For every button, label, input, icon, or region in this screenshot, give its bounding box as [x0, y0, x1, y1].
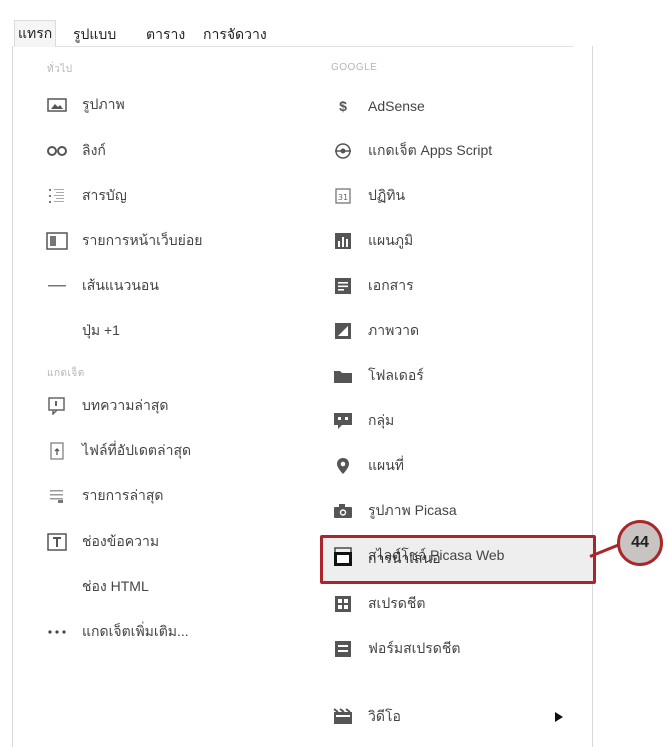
- svg-text:31: 31: [338, 193, 348, 202]
- menu-item-label: ช่องข้อความ: [82, 533, 160, 549]
- menu-item-label: เส้นแนวนอน: [82, 277, 159, 293]
- image-icon: [46, 96, 68, 114]
- form-icon: [332, 640, 354, 658]
- menu-item-html-box[interactable]: ช่อง HTML: [46, 575, 149, 599]
- horizontal-line-icon: [46, 277, 68, 295]
- menu-item-label: รูปภาพ: [82, 96, 125, 112]
- menu-item-label: รายการหน้าเว็บย่อย: [82, 232, 203, 248]
- menu-item-drawing[interactable]: ภาพวาด: [332, 319, 419, 343]
- menu-item-subpages[interactable]: รายการหน้าเว็บย่อย: [46, 229, 202, 253]
- menu-item-chart[interactable]: แผนภูมิ: [332, 229, 413, 253]
- menu-item-label: ปุ่ม +1: [82, 322, 120, 338]
- table-of-contents-icon: [46, 187, 68, 205]
- link-icon: [46, 142, 68, 160]
- recent-posts-icon: [46, 397, 68, 415]
- menu-item-label: แกดเจ็ตเพิ่มเติม...: [82, 623, 189, 639]
- panel-border-right: [592, 46, 593, 747]
- spreadsheet-icon: [332, 595, 354, 613]
- menu-item-label: ฟอร์มสเปรดชีต: [368, 640, 461, 656]
- menu-item-label: บทความล่าสุด: [82, 397, 169, 413]
- menu-item-video[interactable]: วิดีโอ: [332, 705, 401, 729]
- menu-item-label: โฟลเดอร์: [368, 367, 424, 383]
- menu-item-more-gadgets[interactable]: แกดเจ็ตเพิ่มเติม...: [46, 620, 189, 644]
- panel-border-left: [12, 46, 13, 747]
- map-pin-icon: [332, 457, 354, 475]
- menu-item-label: ปฏิทิน: [368, 187, 406, 203]
- menu-item-label: แผนภูมิ: [368, 232, 414, 248]
- callout-badge: 44: [617, 520, 663, 566]
- menu-item-group[interactable]: กลุ่ม: [332, 409, 394, 433]
- menu-item-recent-list[interactable]: รายการล่าสุด: [46, 484, 164, 508]
- menu-item-presentation[interactable]: การนำเสนอ: [332, 547, 441, 571]
- calendar-icon: 31: [332, 187, 354, 205]
- menu-item-label: กลุ่ม: [368, 412, 395, 428]
- menu-item-link[interactable]: ลิงก์: [46, 139, 106, 163]
- menu-item-plus-one[interactable]: ปุ่ม +1: [46, 319, 120, 343]
- menu-item-label: ช่อง HTML: [82, 578, 149, 594]
- text-box-icon: [46, 533, 68, 551]
- presentation-icon: [332, 550, 354, 568]
- menu-item-label: แผนที่: [368, 457, 405, 473]
- camera-icon: [332, 502, 354, 520]
- menu-item-map[interactable]: แผนที่: [332, 454, 404, 478]
- menu-item-calendar[interactable]: 31 ปฏิทิน: [332, 184, 405, 208]
- subpage-listing-icon: [46, 232, 68, 250]
- menu-item-adsense[interactable]: $ AdSense: [332, 94, 425, 118]
- menu-item-label: การนำเสนอ: [368, 550, 441, 566]
- menu-item-label: ไฟล์ที่อัปเดตล่าสุด: [82, 442, 192, 458]
- apps-script-icon: [332, 142, 354, 160]
- menu-item-spreadsheet[interactable]: สเปรดชีต: [332, 592, 425, 616]
- section-header-google: GOOGLE: [331, 62, 378, 73]
- callout-number: 44: [631, 534, 649, 551]
- menu-item-label: สารบัญ: [82, 187, 127, 203]
- more-icon: [46, 623, 68, 641]
- group-icon: [332, 412, 354, 430]
- menu-item-apps-script[interactable]: แกดเจ็ต Apps Script: [332, 139, 492, 163]
- dollar-icon: $: [339, 98, 347, 114]
- menu-item-spreadsheet-form[interactable]: ฟอร์มสเปรดชีต: [332, 637, 461, 661]
- section-header-gadgets: แกดเจ็ต: [47, 368, 85, 379]
- recent-files-icon: [46, 442, 68, 460]
- menu-item-label: รายการล่าสุด: [82, 487, 164, 503]
- tab-insert[interactable]: แทรก: [14, 20, 57, 47]
- menu-item-label: เอกสาร: [368, 277, 414, 293]
- menu-item-label: ภาพวาด: [368, 322, 420, 338]
- menu-item-label: ลิงก์: [82, 142, 106, 158]
- video-icon: [332, 708, 354, 726]
- section-header-common: ทั่วไป: [47, 64, 73, 75]
- menu-item-text-box[interactable]: ช่องข้อความ: [46, 530, 159, 554]
- menu-item-label: แกดเจ็ต Apps Script: [368, 142, 493, 158]
- chart-icon: [332, 232, 354, 250]
- menu-item-picasa-photo[interactable]: รูปภาพ Picasa: [332, 499, 457, 523]
- menu-item-document[interactable]: เอกสาร: [332, 274, 414, 298]
- menu-item-label: สเปรดชีต: [368, 595, 426, 611]
- menu-bar: แทรก รูปแบบ ตาราง การจัดวาง: [14, 20, 574, 47]
- document-icon: [332, 277, 354, 295]
- tab-table[interactable]: ตาราง: [143, 22, 188, 48]
- menu-item-recent-files[interactable]: ไฟล์ที่อัปเดตล่าสุด: [46, 439, 191, 463]
- menu-item-label: รูปภาพ Picasa: [368, 502, 457, 518]
- drawing-icon: [332, 322, 354, 340]
- folder-icon: [332, 367, 354, 385]
- menu-item-label: วิดีโอ: [368, 708, 401, 724]
- tab-layout[interactable]: การจัดวาง: [200, 22, 270, 48]
- menu-item-folder[interactable]: โฟลเดอร์: [332, 364, 424, 388]
- menu-item-toc[interactable]: สารบัญ: [46, 184, 127, 208]
- menu-item-image[interactable]: รูปภาพ: [46, 93, 125, 117]
- recent-list-icon: [46, 487, 68, 505]
- tab-format[interactable]: รูปแบบ: [70, 22, 119, 48]
- menu-item-recent-posts[interactable]: บทความล่าสุด: [46, 394, 169, 418]
- submenu-arrow-icon[interactable]: [555, 712, 563, 722]
- menu-item-label: AdSense: [368, 98, 425, 114]
- menu-item-horizontal-line[interactable]: เส้นแนวนอน: [46, 274, 159, 298]
